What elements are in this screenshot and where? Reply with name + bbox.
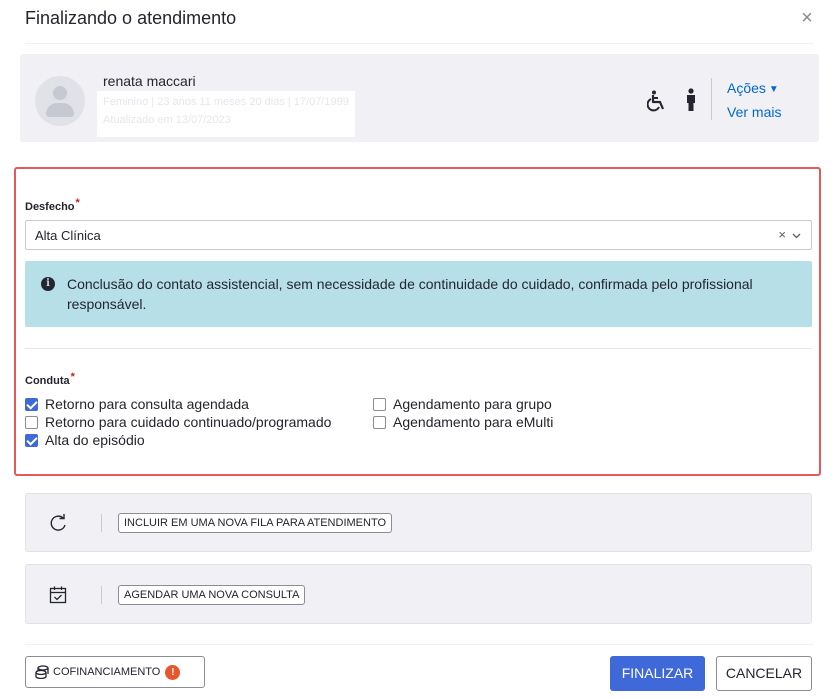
clear-icon[interactable]: × <box>778 227 786 242</box>
checkbox-alta-episodio[interactable]: Alta do episódio <box>25 432 145 448</box>
checkbox[interactable] <box>25 397 38 411</box>
card-divider <box>711 78 712 120</box>
desfecho-label: Desfecho* <box>25 197 80 213</box>
close-icon[interactable]: × <box>797 8 817 28</box>
checkbox[interactable] <box>373 397 386 411</box>
calendar-check-icon <box>49 586 67 604</box>
section-divider <box>25 348 812 349</box>
desfecho-info-alert: i Conclusão do contato assistencial, sem… <box>25 261 812 327</box>
card-divider <box>101 586 102 604</box>
checkbox-label: Agendamento para grupo <box>393 396 552 412</box>
cofinanciamento-button[interactable]: COFINANCIAMENTO ! <box>25 656 205 688</box>
card-divider <box>101 514 102 532</box>
checkbox-retorno-cuidado[interactable]: Retorno para cuidado continuado/programa… <box>25 414 331 430</box>
patient-info-redacted: Feminino | 23 anos 11 meses 20 dias | 17… <box>97 91 355 137</box>
finalizar-button[interactable]: FINALIZAR <box>610 656 705 691</box>
footer-divider <box>25 644 814 645</box>
conduta-label: Conduta* <box>25 371 75 387</box>
checkbox-label: Retorno para consulta agendada <box>45 396 249 412</box>
checkbox[interactable] <box>25 433 38 447</box>
patient-info-line: Feminino | 23 anos 11 meses 20 dias | 17… <box>103 96 349 108</box>
avatar <box>35 76 85 126</box>
modal-title: Finalizando o atendimento <box>25 8 237 28</box>
conduta-label-text: Conduta <box>25 375 70 387</box>
checkbox[interactable] <box>373 415 386 429</box>
title-divider <box>25 43 814 44</box>
desfecho-label-text: Desfecho <box>25 201 75 213</box>
agendar-consulta-button[interactable]: AGENDAR UMA NOVA CONSULTA <box>118 585 306 605</box>
info-icon: i <box>41 277 55 291</box>
chevron-down-icon[interactable] <box>792 231 801 240</box>
acoes-label: Ações <box>727 80 766 96</box>
desfecho-info-text: Conclusão do contato assistencial, sem n… <box>67 276 753 312</box>
cancelar-button[interactable]: CANCELAR <box>716 656 812 691</box>
nova-fila-card: INCLUIR EM UMA NOVA FILA PARA ATENDIMENT… <box>25 493 812 552</box>
checkbox-label: Agendamento para eMulti <box>393 414 554 430</box>
ver-mais-link[interactable]: Ver mais <box>727 104 781 120</box>
alert-badge-icon: ! <box>165 664 181 680</box>
checkbox-agendamento-emulti[interactable]: Agendamento para eMulti <box>373 414 553 430</box>
required-mark: * <box>70 371 75 383</box>
nova-consulta-card: AGENDAR UMA NOVA CONSULTA <box>25 564 812 624</box>
cofinanciamento-label: COFINANCIAMENTO <box>53 666 161 678</box>
patient-name: renata maccari <box>103 73 196 89</box>
checkbox-label: Alta do episódio <box>45 432 145 448</box>
checkbox-retorno-consulta[interactable]: Retorno para consulta agendada <box>25 396 249 412</box>
required-mark: * <box>75 197 80 209</box>
patient-info-line: Atualizado em 13/07/2023 <box>103 114 231 126</box>
checkbox-agendamento-grupo[interactable]: Agendamento para grupo <box>373 396 552 412</box>
chevron-down-icon: ▼ <box>768 84 779 95</box>
patient-card: renata maccari Feminino | 23 anos 11 mes… <box>20 54 819 142</box>
refresh-icon <box>50 514 66 531</box>
acoes-dropdown[interactable]: Ações ▼ <box>727 80 779 96</box>
desfecho-select[interactable]: Alta Clínica × <box>25 220 812 250</box>
wheelchair-icon <box>647 90 665 112</box>
checkbox-label: Retorno para cuidado continuado/programa… <box>45 414 332 430</box>
incluir-fila-button[interactable]: INCLUIR EM UMA NOVA FILA PARA ATENDIMENT… <box>118 513 393 533</box>
checkbox[interactable] <box>25 415 38 429</box>
desfecho-selected-value: Alta Clínica <box>35 228 101 243</box>
coins-icon <box>35 665 49 679</box>
person-icon <box>687 88 695 111</box>
